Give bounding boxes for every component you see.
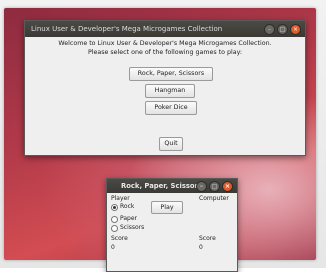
quit-button[interactable]: Quit: [159, 137, 183, 151]
main-window-body: Welcome to Linux User & Developer's Mega…: [25, 37, 305, 57]
instruction-text: Please select one of the following games…: [87, 48, 243, 56]
minimize-icon[interactable]: –: [196, 181, 207, 192]
poker-dice-button[interactable]: Poker Dice: [145, 101, 197, 115]
paper-option-label: Paper: [120, 215, 137, 222]
maximize-icon[interactable]: □: [209, 181, 220, 192]
rock-radio[interactable]: [111, 204, 118, 211]
player-score-value: 0: [111, 244, 115, 251]
desktop-wallpaper: Linux User & Developer's Mega Microgames…: [4, 8, 316, 272]
welcome-text: Welcome to Linux User & Developer's Mega…: [58, 40, 272, 47]
rps-window: Rock, Paper, Scissors – □ × Player Compu…: [106, 178, 238, 272]
main-window-titlebar[interactable]: Linux User & Developer's Mega Microgames…: [25, 21, 305, 37]
play-button[interactable]: Play: [151, 201, 183, 214]
maximize-icon[interactable]: □: [277, 24, 288, 35]
computer-label: Computer: [199, 195, 229, 202]
scissors-radio[interactable]: [111, 225, 118, 232]
player-score-label: Score: [111, 235, 128, 242]
hangman-button[interactable]: Hangman: [145, 84, 195, 98]
computer-score-value: 0: [199, 244, 203, 251]
minimize-icon[interactable]: –: [264, 24, 275, 35]
main-window-title: Linux User & Developer's Mega Microgames…: [31, 25, 223, 33]
rps-window-controls: – □ ×: [196, 181, 233, 192]
player-label: Player: [111, 195, 130, 202]
scissors-option-label: Scissors: [120, 224, 145, 231]
window-controls: – □ ×: [264, 24, 301, 35]
computer-score-label: Score: [199, 235, 216, 242]
rock-paper-scissors-button[interactable]: Rock, Paper, Scissors: [129, 67, 213, 81]
rps-window-title: Rock, Paper, Scissors: [121, 182, 202, 190]
paper-radio[interactable]: [111, 216, 118, 223]
main-window: Linux User & Developer's Mega Microgames…: [24, 20, 306, 156]
rock-option-label: Rock: [120, 203, 135, 210]
close-icon[interactable]: ×: [222, 181, 233, 192]
photo-frame: Linux User & Developer's Mega Microgames…: [0, 0, 326, 272]
close-icon[interactable]: ×: [290, 24, 301, 35]
rps-window-titlebar[interactable]: Rock, Paper, Scissors – □ ×: [107, 179, 237, 193]
